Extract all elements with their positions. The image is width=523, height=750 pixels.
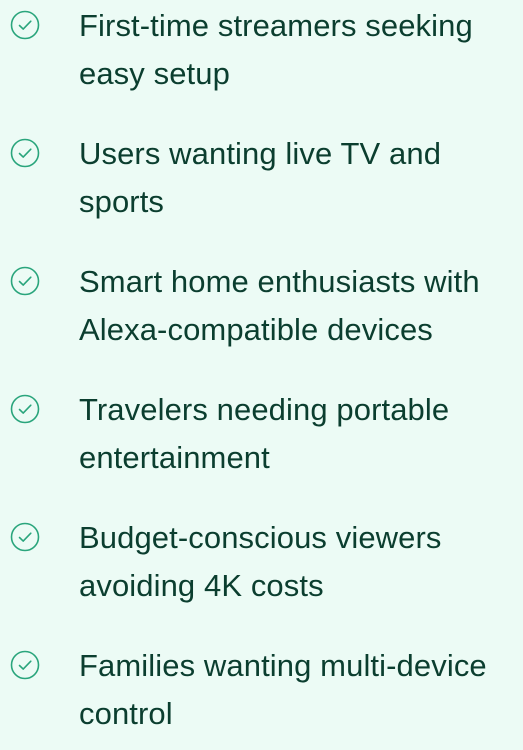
list-item: Travelers needing portable entertainment xyxy=(0,384,523,494)
benefits-checklist: First-time streamers seeking easy setup … xyxy=(0,0,523,731)
check-circle-icon xyxy=(9,649,41,681)
list-item: Families wanting multi-device control xyxy=(0,640,523,750)
list-item: Budget-conscious viewers avoiding 4K cos… xyxy=(0,512,523,622)
list-item-label: First-time streamers seeking easy setup xyxy=(79,8,473,91)
list-item-label: Users wanting live TV and sports xyxy=(79,136,442,219)
check-circle-icon xyxy=(9,393,41,425)
check-circle-icon xyxy=(9,9,41,41)
list-item-label: Budget-conscious viewers avoiding 4K cos… xyxy=(79,520,442,603)
list-item-label: Travelers needing portable entertainment xyxy=(79,392,450,475)
check-circle-icon xyxy=(9,265,41,297)
list-item: First-time streamers seeking easy setup xyxy=(0,0,523,110)
check-circle-icon xyxy=(9,521,41,553)
list-item-label: Families wanting multi-device control xyxy=(79,648,487,731)
check-circle-icon xyxy=(9,137,41,169)
list-item: Users wanting live TV and sports xyxy=(0,128,523,238)
list-item: Smart home enthusiasts with Alexa-compat… xyxy=(0,256,523,366)
list-item-label: Smart home enthusiasts with Alexa-compat… xyxy=(79,264,480,347)
